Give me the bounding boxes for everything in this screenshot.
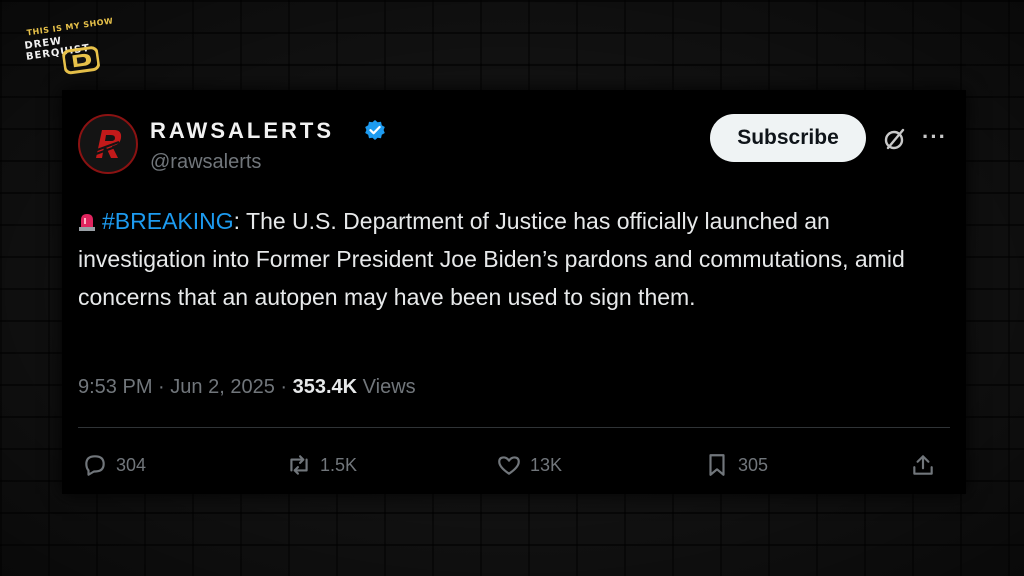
share-button[interactable] — [910, 452, 936, 478]
divider — [78, 427, 950, 428]
bookmark-button[interactable]: 305 — [704, 452, 768, 478]
like-count: 13K — [530, 454, 563, 475]
meta-separator: · — [280, 376, 288, 398]
reply-count: 304 — [116, 454, 147, 475]
share-icon — [913, 455, 933, 475]
tweet-metadata: 9:53 PM · Jun 2, 2025 · 353.4K Views — [78, 376, 416, 399]
channel-logo: THIS IS MY SHOW DREW BERQUIST — [16, 11, 135, 96]
more-icon[interactable]: ··· — [922, 124, 947, 150]
reply-button[interactable]: 304 — [82, 452, 146, 478]
avatar[interactable] — [78, 114, 138, 174]
bookmark-count: 305 — [738, 454, 769, 475]
hashtag-link[interactable]: #BREAKING — [102, 208, 234, 234]
tweet-card: RAWSALERTS @rawsalerts Subscribe ··· #BR… — [62, 90, 966, 494]
logo-monogram-icon — [61, 46, 101, 75]
like-button[interactable]: 13K — [496, 452, 562, 478]
meta-separator: · — [158, 376, 165, 398]
tweet-text: #BREAKING: The U.S. Department of Justic… — [78, 202, 938, 316]
tweet-date[interactable]: Jun 2, 2025 — [170, 376, 275, 398]
siren-icon — [79, 214, 95, 231]
views-label: Views — [362, 376, 416, 398]
verified-badge-icon — [365, 120, 385, 140]
repost-icon — [290, 455, 308, 475]
views-count: 353.4K — [292, 376, 358, 398]
grok-icon[interactable] — [882, 126, 908, 152]
rawsalerts-logo-icon — [95, 130, 122, 158]
repost-button[interactable]: 1.5K — [286, 452, 357, 478]
display-name[interactable]: RAWSALERTS — [150, 118, 334, 144]
repost-count: 1.5K — [320, 454, 358, 475]
subscribe-button[interactable]: Subscribe — [710, 114, 866, 162]
tweet-time[interactable]: 9:53 PM — [78, 376, 152, 398]
bookmark-icon — [709, 454, 725, 476]
user-handle[interactable]: @rawsalerts — [150, 151, 261, 174]
reply-icon — [85, 455, 105, 476]
like-icon — [498, 456, 520, 475]
